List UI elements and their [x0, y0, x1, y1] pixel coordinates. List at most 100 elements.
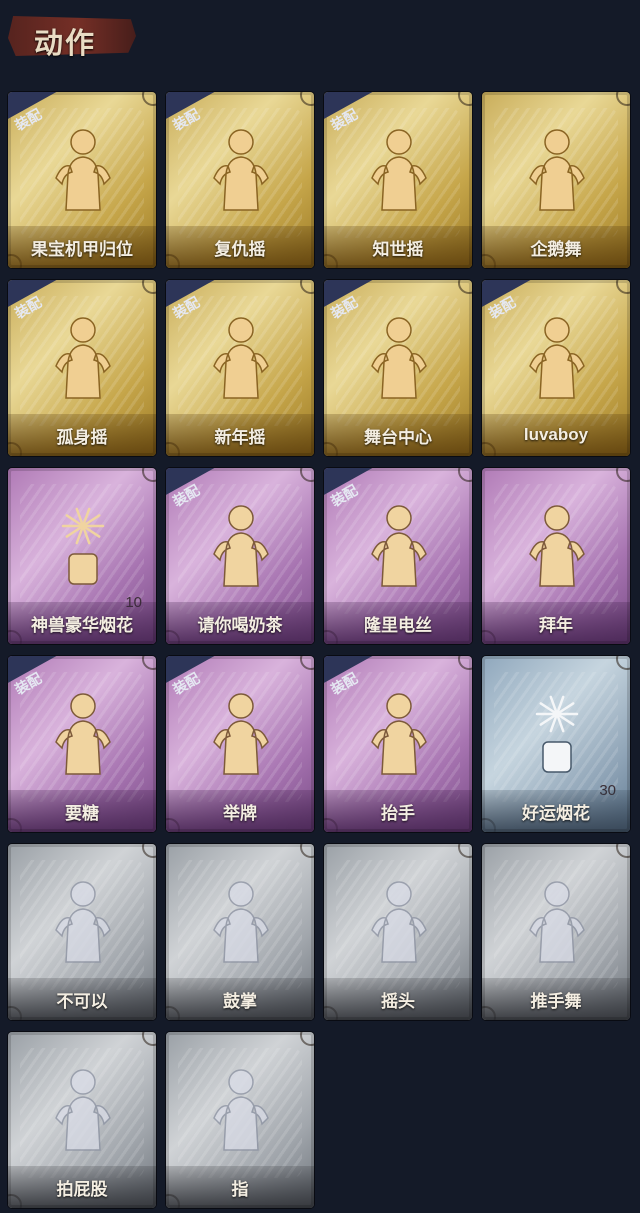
frame-ornament	[300, 844, 314, 858]
action-name: 鼓掌	[223, 991, 257, 1011]
action-card[interactable]: 舞台中心 装配	[324, 280, 472, 456]
figure-penguin-dance-icon	[526, 126, 588, 212]
label-bar: 新年摇	[166, 414, 314, 456]
frame-ornament	[300, 468, 314, 482]
action-card[interactable]: 请你喝奶茶 装配	[166, 468, 314, 644]
label-bar: 鼓掌	[166, 978, 314, 1020]
label-bar: 举牌	[166, 790, 314, 832]
action-card[interactable]: 隆里电丝 装配	[324, 468, 472, 644]
action-name: 复仇摇	[214, 239, 266, 259]
action-name: 不可以	[56, 991, 108, 1011]
label-bar: 隆里电丝	[324, 602, 472, 644]
action-name: 拍屁股	[56, 1179, 108, 1199]
figure-bum-pat-icon	[52, 1066, 114, 1152]
label-bar: 企鹅舞	[482, 226, 630, 268]
action-card[interactable]: 企鹅舞	[482, 92, 630, 268]
action-card[interactable]: 新年摇 装配	[166, 280, 314, 456]
label-bar: 推手舞	[482, 978, 630, 1020]
action-name: 企鹅舞	[530, 239, 582, 259]
frame-ornament	[458, 468, 472, 482]
action-name: 舞台中心	[364, 427, 432, 447]
label-bar: 拍屁股	[8, 1166, 156, 1208]
action-name: 举牌	[223, 803, 257, 823]
finger-wag-icon	[52, 878, 114, 964]
figure-clap-icon	[210, 314, 272, 400]
label-bar: 舞台中心	[324, 414, 472, 456]
action-card[interactable]: 推手舞	[482, 844, 630, 1020]
figure-pointing-up-icon	[210, 126, 272, 212]
action-name: 抬手	[381, 803, 415, 823]
label-bar: 请你喝奶茶	[166, 602, 314, 644]
action-name: 新年摇	[214, 427, 266, 447]
action-card[interactable]: 拍屁股	[8, 1032, 156, 1208]
action-card[interactable]: 举牌 装配	[166, 656, 314, 832]
firework-can-icon	[526, 690, 588, 776]
action-card[interactable]: 拜年	[482, 468, 630, 644]
action-card[interactable]: 知世摇 装配	[324, 92, 472, 268]
action-card[interactable]: 复仇摇 装配	[166, 92, 314, 268]
figure-raise-hand-icon	[368, 690, 430, 776]
action-name: 要糖	[65, 803, 99, 823]
figure-hold-sign-icon	[210, 690, 272, 776]
frame-ornament	[142, 468, 156, 482]
figure-ask-candy-icon	[52, 690, 114, 776]
action-name: 神兽豪华烟花	[31, 615, 133, 635]
action-name: 果宝机甲归位	[31, 239, 133, 259]
action-card[interactable]: luvaboy 装配	[482, 280, 630, 456]
frame-ornament	[300, 280, 314, 294]
frame-ornament	[616, 280, 630, 294]
action-name: 知世摇	[372, 239, 424, 259]
action-card[interactable]: 果宝机甲归位 装配	[8, 92, 156, 268]
frame-ornament	[142, 92, 156, 106]
label-bar: 神兽豪华烟花	[8, 602, 156, 644]
figure-center-stage-icon	[368, 314, 430, 400]
fireworks-box-icon	[52, 502, 114, 588]
figure-dancing-icon	[368, 126, 430, 212]
label-bar: 果宝机甲归位	[8, 226, 156, 268]
action-card[interactable]: 不可以	[8, 844, 156, 1020]
label-bar: 不可以	[8, 978, 156, 1020]
action-card[interactable]: 指	[166, 1032, 314, 1208]
figure-milk-tea-icon	[210, 502, 272, 588]
action-name: 拜年	[539, 615, 573, 635]
figure-arms-crossed-icon	[52, 126, 114, 212]
frame-ornament	[616, 468, 630, 482]
label-bar: 抬手	[324, 790, 472, 832]
action-card[interactable]: 摇头	[324, 844, 472, 1020]
label-bar: 要糖	[8, 790, 156, 832]
action-card[interactable]: 孤身摇 装配	[8, 280, 156, 456]
frame-ornament	[142, 280, 156, 294]
action-grid: 果宝机甲归位 装配 复仇摇 装配 知世摇 装配 企鹅舞 孤身摇 装配 新年摇 装配 舞台中心 装配 luv…	[0, 0, 640, 1213]
frame-ornament	[458, 280, 472, 294]
frame-ornament	[300, 1032, 314, 1046]
action-name: 推手舞	[530, 991, 582, 1011]
action-name: 指	[231, 1179, 249, 1199]
figure-push-dance-icon	[526, 878, 588, 964]
figure-pose-icon	[526, 314, 588, 400]
action-card[interactable]: 抬手 装配	[324, 656, 472, 832]
label-bar: 知世摇	[324, 226, 472, 268]
frame-ornament	[616, 92, 630, 106]
frame-ornament	[142, 844, 156, 858]
action-card[interactable]: 10神兽豪华烟花	[8, 468, 156, 644]
figure-sway-icon	[52, 314, 114, 400]
frame-ornament	[300, 656, 314, 670]
action-name: 好运烟花	[522, 803, 590, 823]
label-bar: 好运烟花	[482, 790, 630, 832]
figure-shake-head-icon	[368, 878, 430, 964]
action-name: luvaboy	[523, 425, 589, 444]
frame-ornament	[458, 844, 472, 858]
action-card[interactable]: 鼓掌	[166, 844, 314, 1020]
action-card[interactable]: 30好运烟花	[482, 656, 630, 832]
action-card[interactable]: 要糖 装配	[8, 656, 156, 832]
action-name: 摇头	[381, 991, 415, 1011]
frame-ornament	[142, 1032, 156, 1046]
frame-ornament	[300, 92, 314, 106]
frame-ornament	[616, 656, 630, 670]
action-name: 请你喝奶茶	[197, 615, 283, 635]
frame-ornament	[458, 656, 472, 670]
figure-bow-icon	[526, 502, 588, 588]
clapping-hands-icon	[210, 878, 272, 964]
frame-ornament	[142, 656, 156, 670]
pointing-hand-icon	[210, 1066, 272, 1152]
